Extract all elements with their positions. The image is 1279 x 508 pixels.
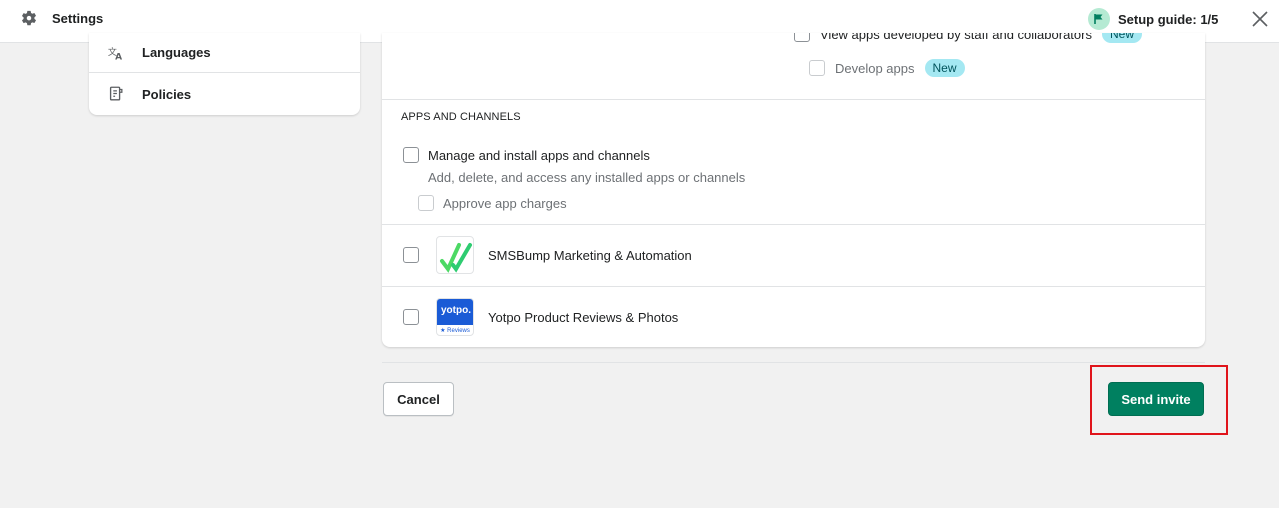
footer-divider [382, 362, 1205, 363]
page-title: Settings [52, 11, 104, 26]
yotpo-logo-subtext: ★ Reviews [440, 328, 470, 334]
yotpo-logo: yotpo. ★ Reviews [436, 298, 474, 336]
sidebar-item-policies[interactable]: Policies [89, 74, 360, 114]
approve-charges-checkbox[interactable] [418, 195, 434, 211]
new-badge: New [1101, 33, 1142, 43]
settings-nav: 文A Languages Policies [89, 33, 360, 115]
view-staff-apps-label: View apps developed by staff and collabo… [820, 33, 1092, 42]
app-checkbox[interactable] [403, 247, 419, 263]
develop-apps-row[interactable]: Develop apps New [809, 59, 965, 77]
gear-icon [20, 10, 38, 28]
app-name: Yotpo Product Reviews & Photos [488, 310, 679, 325]
manage-apps-checkbox[interactable] [403, 147, 419, 163]
yotpo-logo-text: yotpo. [437, 299, 473, 325]
manage-apps-row[interactable]: Manage and install apps and channels [403, 147, 650, 163]
setup-guide-label: Setup guide: 1/5 [1118, 11, 1219, 27]
develop-apps-label: Develop apps [835, 60, 915, 76]
develop-apps-checkbox[interactable] [809, 60, 825, 76]
app-checkbox[interactable] [403, 309, 419, 325]
sidebar-item-languages[interactable]: 文A Languages [89, 33, 360, 73]
cancel-button[interactable]: Cancel [383, 382, 454, 416]
app-name: SMSBump Marketing & Automation [488, 248, 692, 263]
translate-icon: 文A [107, 44, 125, 62]
new-badge: New [924, 59, 965, 77]
apps-permissions-section: View apps developed by staff and collabo… [382, 33, 1205, 100]
highlight-box [1090, 365, 1228, 435]
sidebar-item-label: Policies [142, 86, 192, 102]
close-icon[interactable] [1250, 9, 1270, 29]
permissions-card: View apps developed by staff and collabo… [382, 33, 1205, 347]
svg-text:A: A [115, 52, 122, 62]
policy-document-icon [107, 85, 125, 103]
flag-icon [1088, 8, 1110, 30]
apps-section-heading: APPS AND CHANNELS [401, 111, 521, 123]
sidebar-item-label: Languages [142, 45, 211, 60]
manage-apps-description: Add, delete, and access any installed ap… [428, 170, 746, 185]
setup-guide-button[interactable]: Setup guide: 1/5 [1088, 7, 1218, 31]
manage-apps-label: Manage and install apps and channels [428, 147, 650, 163]
app-row-smsbump[interactable]: SMSBump Marketing & Automation [382, 224, 1205, 285]
approve-charges-label: Approve app charges [443, 195, 567, 211]
view-staff-apps-row[interactable]: View apps developed by staff and collabo… [794, 33, 1142, 47]
smsbump-logo [436, 236, 474, 274]
view-staff-apps-checkbox[interactable] [794, 33, 810, 42]
approve-charges-row[interactable]: Approve app charges [418, 195, 567, 211]
app-row-yotpo[interactable]: yotpo. ★ Reviews Yotpo Product Reviews &… [382, 286, 1205, 347]
